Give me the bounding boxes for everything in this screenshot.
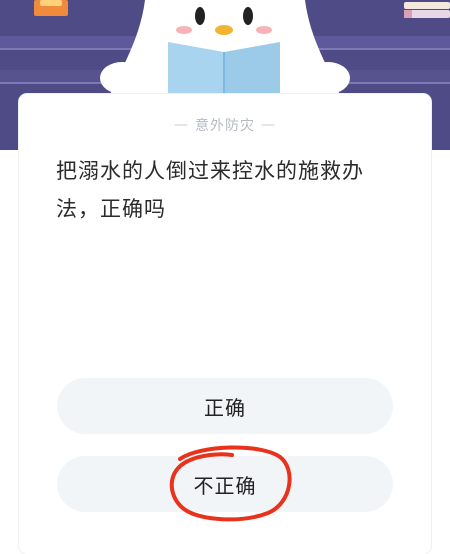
answer-option-correct[interactable]: 正确 — [57, 378, 393, 434]
question-text: 把溺水的人倒过来控水的施救办法，正确吗 — [56, 159, 364, 221]
divider-dash: — — [261, 117, 276, 133]
category-label: 意外防灾 — [195, 118, 255, 134]
divider-dash: — — [174, 117, 189, 133]
answer-option-label: 正确 — [204, 395, 246, 420]
answer-option-incorrect[interactable]: 不正确 — [57, 456, 393, 512]
category-header: — 意外防灾 — — [0, 114, 450, 136]
answer-option-label: 不正确 — [193, 473, 257, 498]
